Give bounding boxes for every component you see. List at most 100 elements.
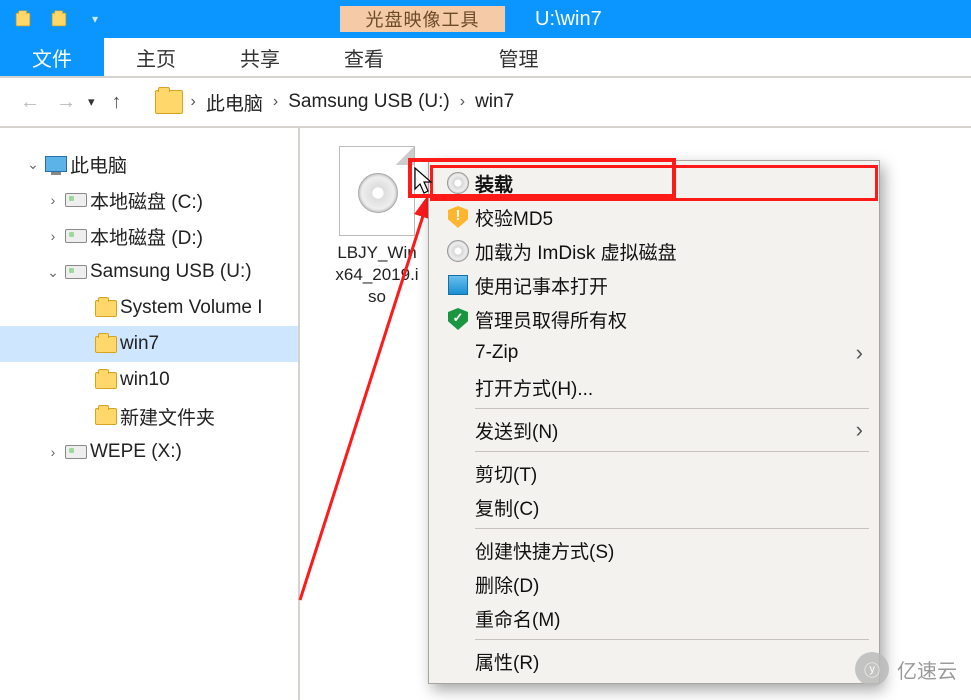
menu-label: 创建快捷方式(S)	[475, 537, 863, 564]
menu-rename[interactable]: 重命名(M)	[431, 601, 877, 635]
nav-forward-button[interactable]: →	[48, 84, 84, 120]
tree-folder-new[interactable]: 新建文件夹	[0, 398, 298, 434]
expand-icon[interactable]: ›	[44, 192, 62, 208]
file-iso[interactable]: LBJY_Win x64_2019.i so	[322, 146, 432, 308]
menu-7zip[interactable]: 7-Zip ›	[431, 336, 877, 370]
tab-view[interactable]: 查看	[312, 38, 416, 76]
tree-label: 本地磁盘 (D:)	[90, 223, 203, 250]
menu-label: 7-Zip	[475, 342, 846, 364]
notepad-icon	[448, 275, 468, 295]
tree-folder-svi[interactable]: System Volume I	[0, 290, 298, 326]
menu-label: 属性(R)	[475, 648, 863, 675]
menu-label: 校验MD5	[475, 204, 863, 231]
menu-label: 使用记事本打开	[475, 272, 863, 299]
tree-label: win7	[120, 333, 159, 355]
watermark-logo-icon: ⓨ	[855, 652, 889, 686]
folder-icon	[95, 336, 117, 353]
expand-icon[interactable]: ›	[44, 444, 62, 460]
collapse-icon[interactable]: ⌄	[44, 264, 62, 281]
menu-label: 剪切(T)	[475, 460, 863, 487]
watermark-text: 亿速云	[897, 655, 957, 684]
breadcrumb-this-pc[interactable]: 此电脑	[200, 89, 269, 116]
tree-label: 新建文件夹	[120, 403, 215, 430]
menu-separator	[475, 408, 869, 409]
submenu-arrow-icon: ›	[846, 340, 863, 366]
breadcrumb-sep[interactable]: ›	[187, 93, 200, 111]
disk-icon	[65, 193, 87, 207]
disc-icon	[447, 172, 469, 194]
pc-icon	[45, 156, 67, 172]
menu-md5[interactable]: 校验MD5	[431, 200, 877, 234]
tree-label: win10	[120, 369, 170, 391]
menu-label: 装载	[475, 170, 863, 197]
shield-warning-icon	[448, 206, 468, 228]
disk-icon	[65, 229, 87, 243]
breadcrumb-sep[interactable]: ›	[269, 93, 282, 111]
tab-manage[interactable]: 管理	[436, 38, 601, 76]
tab-file[interactable]: 文件	[0, 38, 104, 76]
submenu-arrow-icon: ›	[846, 417, 863, 443]
breadcrumb-folder[interactable]: win7	[469, 91, 520, 113]
menu-label: 加载为 ImDisk 虚拟磁盘	[475, 238, 863, 265]
context-tab-disc-image-tools: 光盘映像工具	[340, 6, 505, 32]
menu-separator	[475, 451, 869, 452]
window-title: U:\win7	[505, 8, 602, 31]
tree-drive-u[interactable]: ⌄ Samsung USB (U:)	[0, 254, 298, 290]
menu-properties[interactable]: 属性(R)	[431, 644, 877, 678]
tree-folder-win10[interactable]: win10	[0, 362, 298, 398]
ribbon-tabs: 文件 主页 共享 查看 管理	[0, 38, 971, 78]
address-bar: ← → ▾ ↑ › 此电脑 › Samsung USB (U:) › win7	[0, 78, 971, 128]
menu-send-to[interactable]: 发送到(N) ›	[431, 413, 877, 447]
menu-label: 复制(C)	[475, 494, 863, 521]
shield-check-icon	[448, 308, 468, 330]
qat-dropdown-icon[interactable]: ▾	[86, 10, 104, 28]
tree-drive-d[interactable]: › 本地磁盘 (D:)	[0, 218, 298, 254]
disk-icon	[65, 445, 87, 459]
tree-label: 本地磁盘 (C:)	[90, 187, 203, 214]
menu-mount[interactable]: 装载	[431, 166, 877, 200]
tree-drive-c[interactable]: › 本地磁盘 (C:)	[0, 182, 298, 218]
explorer-icon	[14, 10, 32, 28]
menu-label: 重命名(M)	[475, 605, 863, 632]
context-menu: 装载 校验MD5 加载为 ImDisk 虚拟磁盘 使用记事本打开 管理员取得所有…	[428, 160, 880, 684]
tree-label: 此电脑	[70, 151, 127, 178]
menu-delete[interactable]: 删除(D)	[431, 567, 877, 601]
menu-open-with[interactable]: 打开方式(H)...	[431, 370, 877, 404]
menu-notepad[interactable]: 使用记事本打开	[431, 268, 877, 302]
breadcrumb-drive[interactable]: Samsung USB (U:)	[282, 91, 456, 113]
file-name: LBJY_Win x64_2019.i so	[322, 242, 432, 308]
disk-icon	[65, 265, 87, 279]
tree-this-pc[interactable]: ⌄ 此电脑	[0, 146, 298, 182]
collapse-icon[interactable]: ⌄	[24, 156, 42, 173]
watermark: ⓨ 亿速云	[855, 652, 957, 686]
tree-folder-win7[interactable]: win7	[0, 326, 298, 362]
menu-imdisk[interactable]: 加载为 ImDisk 虚拟磁盘	[431, 234, 877, 268]
iso-file-icon	[339, 146, 415, 236]
menu-copy[interactable]: 复制(C)	[431, 490, 877, 524]
nav-back-button[interactable]: ←	[12, 84, 48, 120]
menu-label: 发送到(N)	[475, 417, 846, 444]
menu-separator	[475, 639, 869, 640]
menu-label: 打开方式(H)...	[475, 374, 863, 401]
navigation-pane: ⌄ 此电脑 › 本地磁盘 (C:) › 本地磁盘 (D:) ⌄ Samsung …	[0, 128, 300, 700]
tree-label: Samsung USB (U:)	[90, 261, 252, 283]
menu-label: 删除(D)	[475, 571, 863, 598]
menu-create-shortcut[interactable]: 创建快捷方式(S)	[431, 533, 877, 567]
tree-label: WEPE (X:)	[90, 441, 182, 463]
nav-up-button[interactable]: ↑	[99, 84, 135, 120]
menu-admin-ownership[interactable]: 管理员取得所有权	[431, 302, 877, 336]
disc-icon	[447, 240, 469, 262]
expand-icon[interactable]: ›	[44, 228, 62, 244]
recent-locations-icon[interactable]: ▾	[84, 94, 99, 110]
tree-drive-x[interactable]: › WEPE (X:)	[0, 434, 298, 470]
quick-access-toolbar: ▾	[0, 10, 118, 28]
menu-label: 管理员取得所有权	[475, 306, 863, 333]
tab-share[interactable]: 共享	[208, 38, 312, 76]
menu-cut[interactable]: 剪切(T)	[431, 456, 877, 490]
menu-separator	[475, 528, 869, 529]
tab-home[interactable]: 主页	[104, 38, 208, 76]
folder-icon	[95, 300, 117, 317]
folder-icon	[50, 10, 68, 28]
breadcrumb-sep[interactable]: ›	[456, 93, 469, 111]
address-folder-icon	[155, 90, 183, 114]
